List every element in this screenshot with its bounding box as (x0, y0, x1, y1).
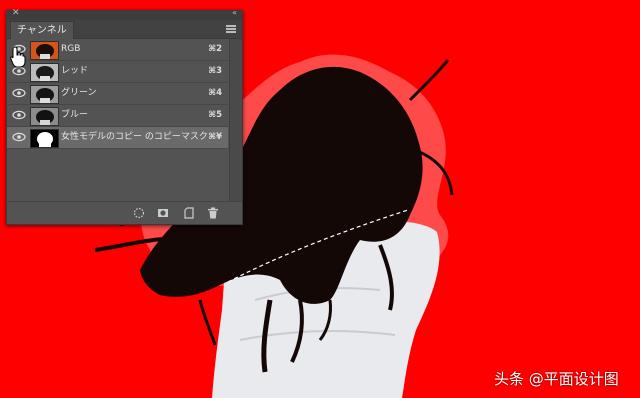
channel-thumbnail (30, 107, 59, 126)
panel-bottom-toolbar (7, 201, 242, 224)
panel-menu-icon[interactable] (226, 25, 236, 33)
channel-label: グリーン (61, 88, 97, 98)
channel-row-mask[interactable]: 女性モデルのコピー のコピーマスク ⌘¥ (7, 127, 228, 149)
trash-icon[interactable] (207, 207, 219, 219)
panel-tab-row: チャンネル (7, 20, 242, 39)
channel-label: RGB (61, 44, 81, 54)
channel-list: RGB ⌘2 レッド ⌘3 グリーン ⌘4 ブルー ⌘5 女性モデルのコピー の… (7, 39, 228, 149)
save-selection-icon[interactable] (157, 207, 169, 219)
visibility-eye-icon[interactable] (12, 131, 26, 143)
channel-row-rgb[interactable]: RGB ⌘2 (7, 39, 228, 61)
channel-thumbnail (30, 129, 59, 148)
channel-shortcut: ⌘¥ (208, 132, 222, 142)
channel-label: 女性モデルのコピー のコピーマスク (61, 132, 208, 142)
hand-cursor-icon (10, 46, 26, 68)
tab-channels[interactable]: チャンネル (10, 21, 74, 39)
channel-label: レッド (61, 66, 89, 76)
close-icon[interactable]: ✕ (12, 8, 20, 18)
channel-thumbnail (30, 63, 59, 82)
channel-shortcut: ⌘5 (208, 110, 222, 120)
load-selection-icon[interactable] (133, 207, 145, 219)
channel-thumbnail (30, 85, 59, 104)
channel-row-blue[interactable]: ブルー ⌘5 (7, 105, 228, 127)
new-channel-icon[interactable] (183, 207, 195, 219)
channel-shortcut: ⌘2 (208, 44, 222, 54)
collapse-icon[interactable]: « (232, 8, 237, 17)
panel-scrollbar[interactable] (229, 39, 242, 201)
visibility-eye-icon[interactable] (12, 87, 26, 99)
channel-shortcut: ⌘4 (208, 88, 222, 98)
visibility-eye-icon[interactable] (12, 109, 26, 121)
channel-row-green[interactable]: グリーン ⌘4 (7, 83, 228, 105)
channel-row-red[interactable]: レッド ⌘3 (7, 61, 228, 83)
channels-panel: ✕ « チャンネル RGB ⌘2 レッド ⌘3 グリーン ⌘4 ブルー ⌘5 女… (6, 8, 243, 225)
channel-thumbnail (30, 41, 59, 60)
watermark-text: 头条 @平面设计图 (494, 370, 619, 388)
channel-label: ブルー (61, 110, 89, 120)
panel-titlebar: ✕ « (7, 8, 242, 20)
channel-shortcut: ⌘3 (208, 66, 222, 76)
